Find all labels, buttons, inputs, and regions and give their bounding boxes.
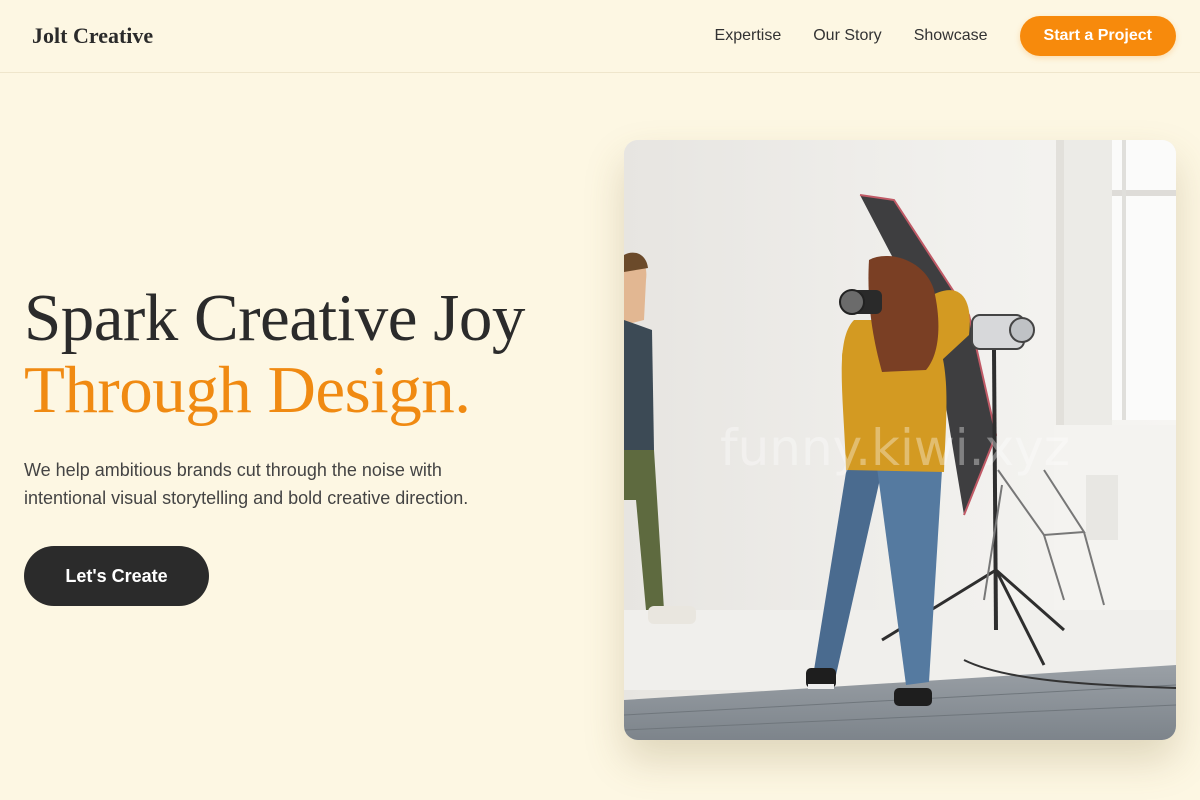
start-project-button[interactable]: Start a Project bbox=[1019, 16, 1176, 56]
headline-line-1: Spark Creative Joy bbox=[24, 281, 525, 355]
headline-line-2: Through Design. bbox=[24, 353, 471, 427]
hero-photo: funny.kiwi.xyz bbox=[624, 140, 1176, 740]
hero-headline: Spark Creative Joy Through Design. bbox=[24, 282, 604, 426]
nav-link-showcase[interactable]: Showcase bbox=[914, 27, 988, 45]
hero-subtext: We help ambitious brands cut through the… bbox=[24, 460, 469, 508]
studio-photo-illustration: funny.kiwi.xyz bbox=[624, 140, 1176, 740]
nav-link-expertise[interactable]: Expertise bbox=[715, 27, 782, 45]
nav-link-our-story[interactable]: Our Story bbox=[813, 27, 881, 45]
hero-section: Spark Creative Joy Through Design. We he… bbox=[24, 282, 604, 606]
nav-links: Expertise Our Story Showcase Start a Pro… bbox=[715, 16, 1176, 56]
top-navbar: Jolt Creative Expertise Our Story Showca… bbox=[0, 0, 1200, 73]
brand-logo[interactable]: Jolt Creative bbox=[32, 22, 153, 50]
watermark: funny.kiwi.xyz bbox=[720, 419, 1070, 477]
lets-create-button[interactable]: Let's Create bbox=[24, 546, 209, 606]
